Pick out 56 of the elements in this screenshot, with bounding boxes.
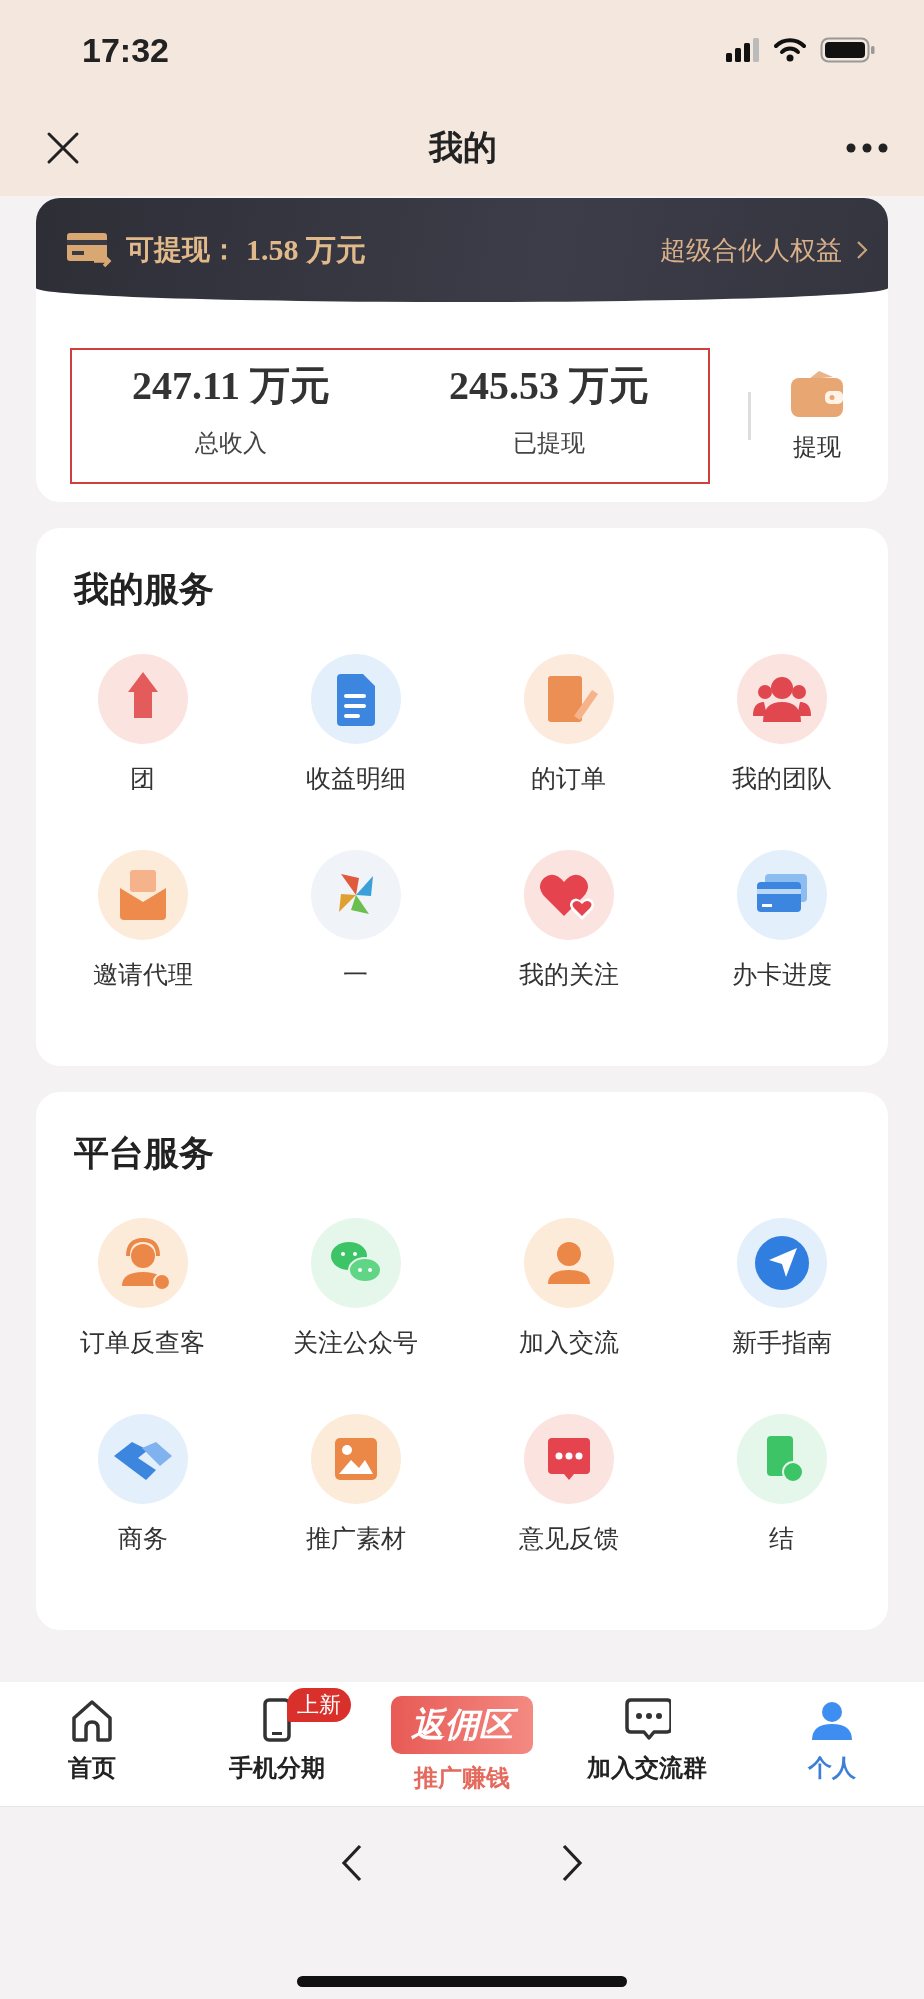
document-icon: [310, 654, 401, 744]
service-item[interactable]: 订单反查客: [36, 1218, 249, 1398]
section-title: 我的服务: [72, 568, 215, 611]
person-icon: [523, 1218, 614, 1308]
service-item[interactable]: 关注公众号: [249, 1218, 462, 1398]
forward-icon[interactable]: [560, 1843, 584, 1883]
withdraw-button[interactable]: 提现: [789, 369, 845, 463]
service-item[interactable]: 我的团队: [675, 654, 888, 834]
service-item[interactable]: 收益明细: [249, 654, 462, 834]
stat-label: 总收入: [195, 428, 267, 459]
pinwheel-icon: [310, 850, 401, 940]
tab-bar-item[interactable]: 加入交流群: [554, 1682, 740, 1806]
service-item[interactable]: 新手指南: [675, 1218, 888, 1398]
new-badge: 上新: [286, 1688, 351, 1722]
balance-amount: 1.58 万元: [246, 231, 366, 268]
tab-bar-item[interactable]: 上新 手机分期: [184, 1682, 370, 1806]
page-title: 我的: [429, 126, 497, 169]
service-item[interactable]: 邀请代理: [36, 850, 249, 1030]
service-item[interactable]: 意见反馈: [462, 1414, 675, 1594]
group-icon: [736, 654, 827, 744]
headset-icon: [97, 1218, 188, 1308]
service-item[interactable]: 商务: [36, 1414, 249, 1594]
credit-card-icon: [736, 850, 827, 940]
more-icon[interactable]: [846, 143, 888, 153]
stat-label: 已提现: [513, 428, 585, 459]
card-icon: [66, 231, 112, 269]
signal-icon: [726, 38, 760, 62]
back-icon[interactable]: [340, 1843, 364, 1883]
service-item[interactable]: 一: [249, 850, 462, 1030]
clock-time: 17:32: [82, 30, 169, 70]
service-item[interactable]: 办卡进度: [675, 850, 888, 1030]
send-icon: [736, 1218, 827, 1308]
pencil-icon: [523, 654, 614, 744]
service-item[interactable]: 结: [675, 1414, 888, 1594]
section-title: 平台服务: [73, 1132, 215, 1175]
promo-banner: 返佣区: [391, 1696, 533, 1754]
service-item[interactable]: 的订单: [462, 654, 675, 834]
close-icon[interactable]: [46, 131, 80, 165]
chat-icon: [310, 1218, 401, 1308]
service-item[interactable]: 团: [36, 654, 249, 834]
partner-benefits-link[interactable]: 超级合伙人权益: [660, 232, 868, 268]
image-icon: [310, 1414, 401, 1504]
service-item[interactable]: 加入交流: [462, 1218, 675, 1398]
balance-label: 可提现：: [126, 232, 238, 268]
message-icon: [523, 1414, 614, 1504]
service-item[interactable]: 推广素材: [249, 1414, 462, 1594]
stat-value: 247.11 万元: [132, 362, 330, 410]
stat-value: 245.53 万元: [449, 362, 649, 410]
chevron-right-icon: [856, 239, 868, 261]
envelope-icon: [97, 850, 188, 940]
wifi-icon: [774, 38, 806, 62]
wallet-icon: [789, 369, 845, 419]
tab-bar-item[interactable]: 个人: [739, 1682, 924, 1806]
battery-icon: [820, 37, 876, 63]
tab-bar-item[interactable]: 首页: [0, 1682, 185, 1806]
service-item[interactable]: 我的关注: [462, 850, 675, 1030]
